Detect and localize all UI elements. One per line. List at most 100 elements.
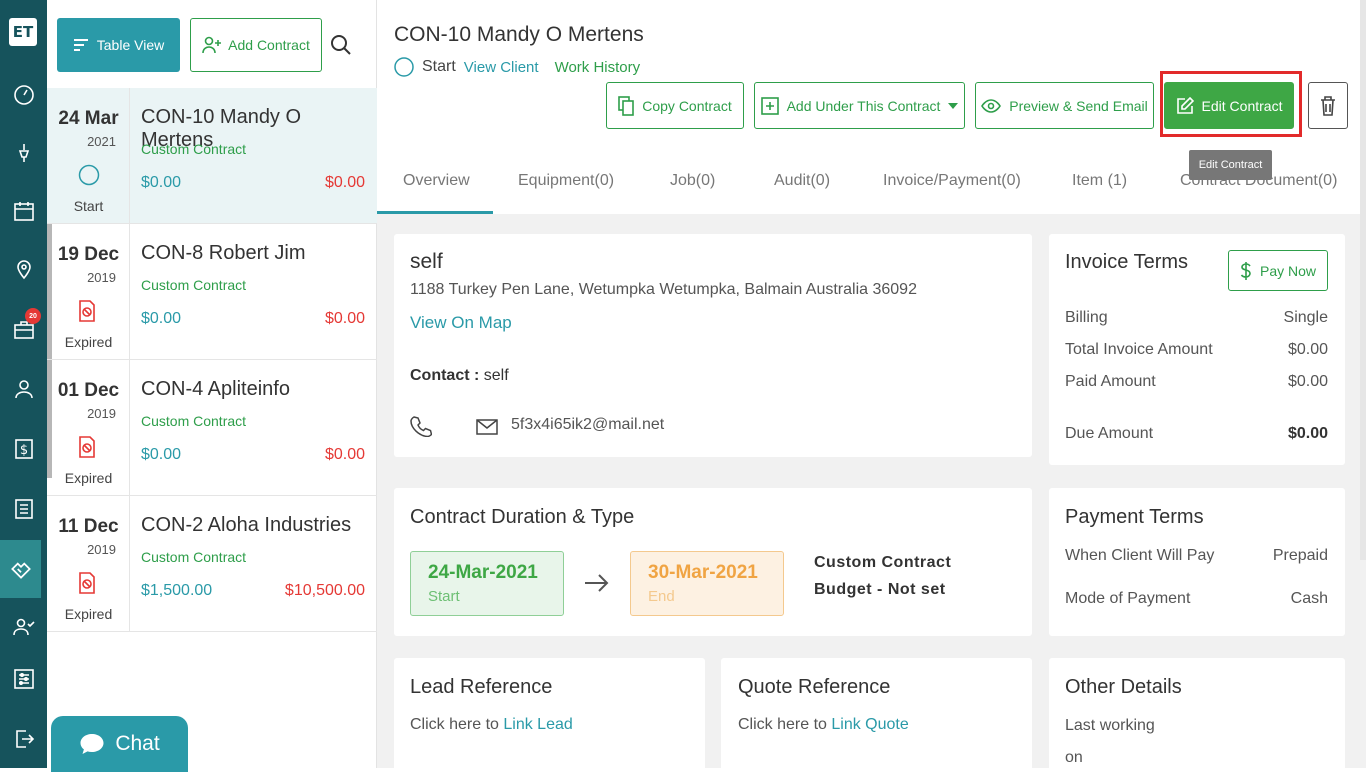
item-type: Custom Contract (141, 277, 247, 293)
item-type: Custom Contract (141, 413, 247, 429)
tab-job[interactable]: Job(0) (670, 172, 715, 190)
contact-value: self (483, 367, 509, 384)
eye-icon (981, 98, 1002, 113)
mode-of-payment-value: Cash (1290, 590, 1328, 607)
page-scrollbar[interactable] (1360, 0, 1366, 560)
expired-doc-icon (79, 436, 95, 458)
total-invoice-label: Total Invoice Amount (1065, 341, 1213, 358)
view-on-map-link[interactable]: View On Map (410, 313, 512, 333)
copy-contract-button[interactable]: Copy Contract (606, 82, 744, 129)
item-due-amount: $0.00 (324, 446, 365, 463)
dollar-icon[interactable]: $ (0, 420, 47, 478)
link-lead[interactable]: Link Lead (503, 716, 572, 733)
svg-text:$: $ (19, 443, 27, 458)
tab-overview[interactable]: Overview (403, 172, 470, 190)
item-title: CON-2 Aloha Industries (141, 514, 352, 536)
client-name: self (410, 250, 443, 273)
users-icon[interactable] (0, 598, 47, 656)
contract-list-item[interactable]: 01 Dec 2019 Expired CON-4 Apliteinfo Cus… (47, 360, 377, 496)
start-circle-icon (78, 164, 100, 186)
trash-icon (1321, 95, 1335, 116)
when-client-pay-value: Prepaid (1272, 547, 1328, 564)
start-label: Start (428, 588, 460, 605)
map-pin-icon[interactable] (0, 240, 47, 298)
phone-icon[interactable] (410, 415, 432, 437)
user-icon[interactable] (0, 360, 47, 418)
item-type: Custom Contract (141, 549, 247, 565)
delete-button[interactable] (1308, 82, 1348, 129)
plus-box-icon (760, 96, 779, 115)
last-working-label: Last working (1065, 717, 1155, 734)
payment-terms-card: Payment Terms When Client Will Pay Prepa… (1049, 488, 1345, 636)
other-details-card: Other Details Last working on (1049, 658, 1345, 778)
list-icon[interactable] (0, 480, 47, 538)
contract-type: Custom Contract (814, 554, 952, 571)
expired-doc-icon (79, 300, 95, 322)
start-date: 24-Mar-2021 (428, 562, 538, 583)
link-quote[interactable]: Link Quote (831, 716, 908, 733)
item-day: 24 Mar (58, 108, 119, 129)
due-amount-label: Due Amount (1065, 425, 1154, 442)
calendar-icon[interactable] (0, 182, 47, 240)
contract-list-item[interactable]: 24 Mar 2021 Start CON-10 Mandy O Mertens… (47, 88, 377, 224)
dollar-sign-icon (1240, 261, 1251, 280)
contact-label: Contact : (410, 367, 480, 384)
tab-audit[interactable]: Audit(0) (774, 172, 830, 190)
app-logo[interactable]: ET (9, 18, 37, 46)
briefcase-icon[interactable]: 20 (0, 300, 47, 358)
caret-down-icon (948, 102, 959, 109)
logout-icon[interactable] (0, 710, 47, 768)
quote-reference-row: Click here to Link Quote (738, 716, 909, 733)
item-year: 2019 (87, 542, 116, 557)
notification-badge: 20 (25, 308, 41, 324)
paid-amount-label: Paid Amount (1065, 373, 1156, 390)
tab-equipment[interactable]: Equipment(0) (518, 172, 614, 190)
when-client-pay-label: When Client Will Pay (1065, 547, 1215, 564)
date-column: 24 Mar 2021 Start (47, 88, 130, 224)
chat-bubble-icon (80, 734, 104, 754)
item-status: Start (73, 198, 104, 214)
item-day: 01 Dec (57, 380, 120, 401)
preview-send-email-button[interactable]: Preview & Send Email (975, 82, 1154, 129)
mail-icon[interactable] (476, 419, 498, 435)
paid-amount-value: $0.00 (1287, 373, 1328, 390)
date-column: 19 Dec 2019 Expired (47, 224, 130, 360)
due-amount-value: $0.00 (1287, 425, 1328, 442)
contact-row: Contact : self (410, 367, 509, 385)
work-history-link[interactable]: Work History (555, 59, 641, 76)
dashboard-icon[interactable] (0, 66, 47, 124)
search-icon[interactable] (330, 34, 352, 61)
add-under-contract-button[interactable]: Add Under This Contract (754, 82, 965, 129)
add-contract-button[interactable]: Add Contract (190, 18, 322, 72)
item-due-amount: $0.00 (324, 310, 365, 327)
status-row: Start View Client Work History (394, 57, 640, 77)
contract-list-item[interactable]: 19 Dec 2019 Expired CON-8 Robert Jim Cus… (47, 224, 377, 360)
lead-reference-card: Lead Reference Click here to Link Lead (394, 658, 705, 778)
pay-now-button[interactable]: Pay Now (1228, 250, 1328, 291)
item-title: CON-8 Robert Jim (141, 242, 306, 264)
view-client-link[interactable]: View Client (464, 59, 539, 76)
item-amount: $0.00 (141, 174, 182, 191)
contract-list-panel: Table View Add Contract 24 Mar 2021 Star… (47, 0, 377, 772)
item-day: 11 Dec (58, 516, 119, 537)
quote-reference-title: Quote Reference (738, 676, 891, 698)
table-view-button[interactable]: Table View (57, 18, 180, 72)
tab-invoice-payment[interactable]: Invoice/Payment(0) (883, 172, 1021, 190)
client-email[interactable]: 5f3x4i65ik2@mail.net (511, 416, 664, 434)
item-type: Custom Contract (141, 141, 247, 157)
settings-list-icon[interactable] (0, 650, 47, 708)
client-address: 1188 Turkey Pen Lane, Wetumpka Wetumpka,… (410, 281, 917, 298)
invoice-terms-title: Invoice Terms (1065, 251, 1189, 273)
chat-button[interactable]: Chat (51, 716, 188, 772)
pen-tool-icon[interactable] (0, 124, 47, 182)
item-year: 2019 (87, 406, 116, 421)
date-column: 01 Dec 2019 Expired (47, 360, 130, 496)
tab-item[interactable]: Item (1) (1072, 172, 1127, 190)
active-tab-indicator (377, 211, 493, 214)
contract-icon[interactable] (0, 540, 41, 598)
payment-terms-title: Payment Terms (1065, 506, 1204, 528)
contract-list-item[interactable]: 11 Dec 2019 Expired CON-2 Aloha Industri… (47, 496, 377, 632)
end-date: 30-Mar-2021 (648, 562, 758, 583)
invoice-terms-card: Invoice Terms Pay Now Billing Single Tot… (1049, 234, 1345, 465)
arrow-right-icon (585, 574, 609, 592)
